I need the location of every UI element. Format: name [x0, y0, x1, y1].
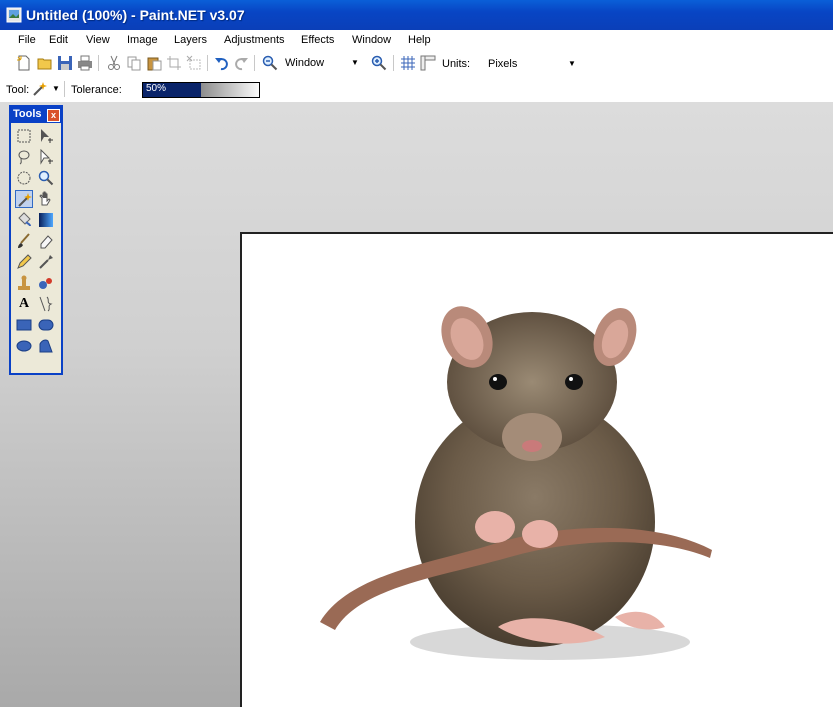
menu-image[interactable]: Image: [127, 34, 158, 46]
tolerance-value: 50%: [146, 83, 167, 94]
eraser-tool-icon[interactable]: [37, 232, 55, 250]
move-selection-tool-icon[interactable]: [37, 127, 55, 145]
tool-options-bar: Tool: ▼ Tolerance:: [0, 78, 833, 102]
redo-icon[interactable]: [233, 55, 249, 71]
line-curve-tool-icon[interactable]: [37, 295, 55, 313]
magic-wand-tool-icon[interactable]: [15, 190, 33, 208]
zoom-out-icon[interactable]: [262, 55, 278, 71]
zoom-tool-icon[interactable]: [37, 169, 55, 187]
image-canvas[interactable]: [240, 232, 833, 707]
paint-bucket-tool-icon[interactable]: [15, 211, 33, 229]
toolbar-separator: [393, 55, 394, 71]
print-icon[interactable]: [77, 55, 93, 71]
menu-adjustments[interactable]: Adjustments: [224, 34, 285, 46]
paste-icon[interactable]: [146, 55, 162, 71]
color-picker-tool-icon[interactable]: [37, 253, 55, 271]
clone-stamp-tool-icon[interactable]: [15, 274, 33, 292]
lasso-select-tool-icon[interactable]: [15, 148, 33, 166]
toolbar-separator: [254, 55, 255, 71]
ellipse-select-tool-icon[interactable]: [15, 169, 33, 187]
tools-window-title: Tools: [13, 108, 42, 120]
text-tool-icon[interactable]: A: [15, 295, 33, 313]
title-bar: Untitled (100%) - Paint.NET v3.07: [0, 0, 833, 30]
paintbrush-tool-icon[interactable]: [15, 232, 33, 250]
chevron-down-icon: ▼: [351, 58, 359, 67]
pencil-tool-icon[interactable]: [15, 253, 33, 271]
rulers-icon[interactable]: [420, 55, 436, 71]
menu-layers[interactable]: Layers: [174, 34, 207, 46]
tools-window[interactable]: Tools x A: [9, 105, 63, 375]
open-folder-icon[interactable]: [37, 55, 53, 71]
tolerance-label: Tolerance:: [71, 84, 122, 96]
tools-window-titlebar[interactable]: Tools x: [11, 107, 61, 123]
main-toolbar: Window ▼ Units: Pixels ▼: [0, 50, 833, 78]
toolbar-separator: [98, 55, 99, 71]
menu-bar: File Edit View Image Layers Adjustments …: [0, 30, 833, 50]
menu-edit[interactable]: Edit: [49, 34, 68, 46]
chevron-down-icon: ▼: [568, 59, 576, 68]
menu-file[interactable]: File: [18, 34, 36, 46]
deselect-icon[interactable]: [186, 55, 202, 71]
save-icon[interactable]: [57, 55, 73, 71]
cut-icon[interactable]: [106, 55, 122, 71]
tolerance-slider[interactable]: 50%: [142, 82, 260, 98]
magic-wand-tool-selector-icon[interactable]: [32, 81, 48, 97]
recolor-tool-icon[interactable]: [37, 274, 55, 292]
rectangle-select-tool-icon[interactable]: [15, 127, 33, 145]
chevron-down-icon[interactable]: ▼: [52, 84, 60, 93]
menu-help[interactable]: Help: [408, 34, 431, 46]
grid-icon[interactable]: [400, 55, 416, 71]
rat-image: [320, 306, 712, 660]
pan-tool-icon[interactable]: [37, 190, 55, 208]
new-file-icon[interactable]: [16, 55, 32, 71]
undo-icon[interactable]: [214, 55, 230, 71]
zoom-value: Window: [285, 57, 325, 69]
gradient-tool-icon[interactable]: [37, 211, 55, 229]
units-label: Units:: [442, 58, 471, 70]
rounded-rectangle-tool-icon[interactable]: [37, 316, 55, 334]
tool-label: Tool:: [6, 84, 30, 96]
freeform-shape-tool-icon[interactable]: [37, 337, 55, 355]
toolbar-separator: [64, 81, 65, 97]
crop-icon[interactable]: [166, 55, 182, 71]
window-title: Untitled (100%) - Paint.NET v3.07: [26, 7, 245, 23]
menu-window[interactable]: Window: [352, 34, 391, 46]
close-icon[interactable]: x: [47, 109, 60, 122]
zoom-in-icon[interactable]: [371, 55, 387, 71]
ellipse-tool-icon[interactable]: [15, 337, 33, 355]
copy-icon[interactable]: [126, 55, 142, 71]
paintnet-app-icon[interactable]: [6, 7, 22, 23]
toolbar-separator: [207, 55, 208, 71]
menu-effects[interactable]: Effects: [301, 34, 334, 46]
menu-view[interactable]: View: [86, 34, 110, 46]
move-selected-pixels-tool-icon[interactable]: [37, 148, 55, 166]
rectangle-tool-icon[interactable]: [15, 316, 33, 334]
units-value: Pixels: [488, 58, 518, 70]
